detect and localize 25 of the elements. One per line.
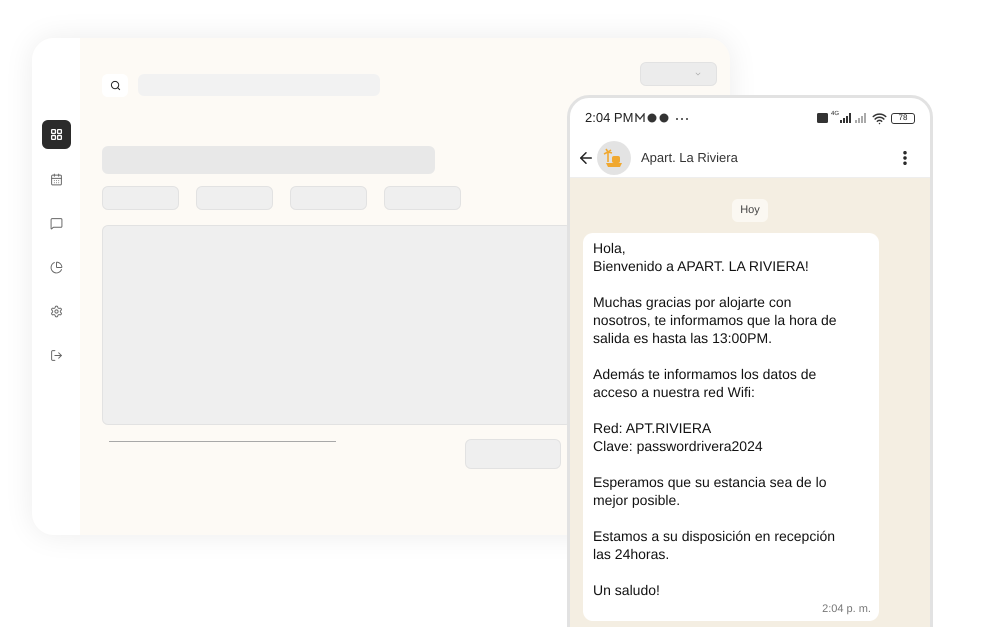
battery-indicator: 78 [891,112,915,124]
grid-icon [50,128,62,141]
calendar-icon [50,172,62,186]
message-text: Red: APT.RIVIERA Clave: passwordrivera2024 [593,418,764,454]
message-text: Muchas gracias por alojarte con nosotros, te informamos que la hora de salida es hasta las 13:00PM. [593,292,838,346]
message-text: Un saludo! [593,580,661,598]
logout-icon [50,348,62,362]
contact-avatar [597,140,631,174]
message-text: Esperamos que su estancia sea de lo mejor posible. [593,472,828,508]
settings-icon [50,304,62,318]
chevron-icon [694,70,702,78]
date-chip: Hoy [732,199,768,222]
wifi-icon [872,110,887,126]
chat-icon [50,216,62,230]
message-text: Hola, Bienvenido a APART. LA RIVIERA! [593,238,810,274]
message-text: Además te informamos los datos de acceso a nuestra red Wifi: [593,364,818,400]
sidebar-item[interactable] [42,120,70,149]
message-text: Estamos a su disposición en recepción las 24horas. [593,526,836,562]
search-button[interactable] [102,74,128,97]
message-time: 2:04 p. m. [822,602,871,616]
search-icon [110,80,120,91]
status-time: 2:04 PM [585,109,634,128]
signal-icon [840,113,868,123]
contact-name: Apart. La Riviera [641,148,738,167]
pie-chart-icon [50,260,62,274]
